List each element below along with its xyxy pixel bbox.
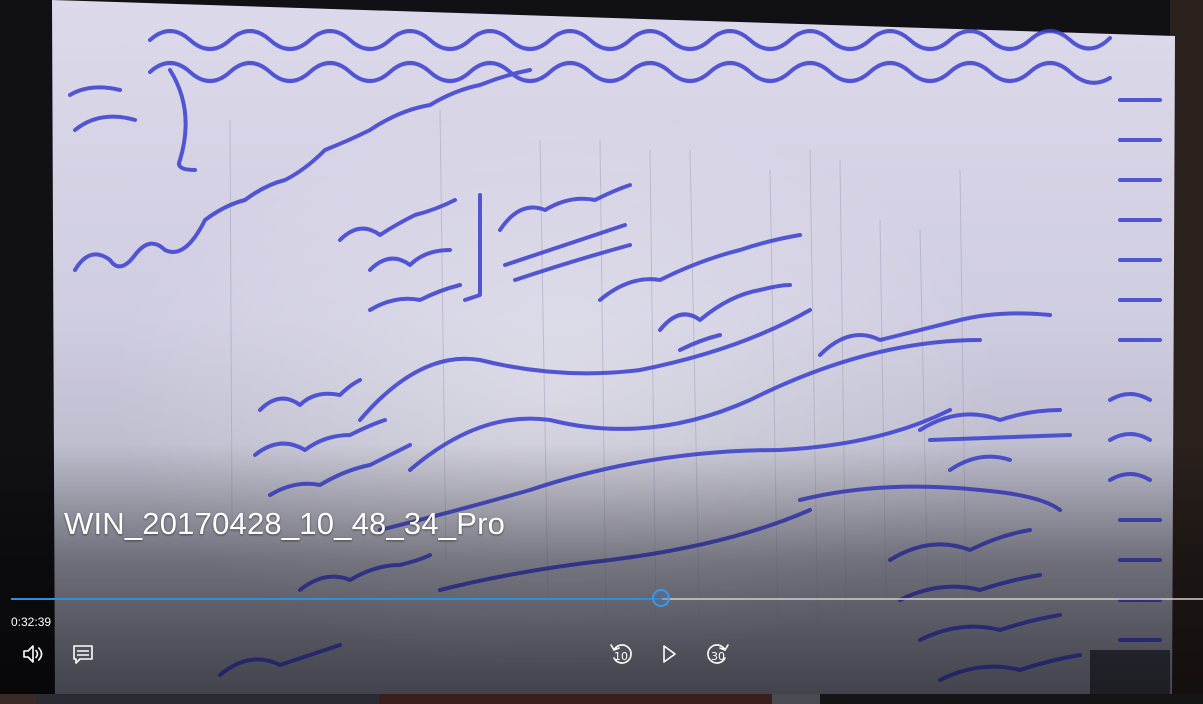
captions-button[interactable] <box>65 636 101 672</box>
media-player: WIN_20170428_10_48_34_Pro 0:32:39 10 30 <box>0 0 1203 704</box>
seek-progress <box>11 598 662 600</box>
captions-icon <box>73 645 93 664</box>
volume-button[interactable] <box>16 636 52 672</box>
seek-bar[interactable] <box>11 589 1203 607</box>
video-title: WIN_20170428_10_48_34_Pro <box>64 506 506 541</box>
seek-thumb[interactable] <box>652 589 670 607</box>
play-icon <box>663 645 676 663</box>
play-button[interactable] <box>651 636 687 672</box>
taskbar-strip <box>0 694 1203 704</box>
skip-forward-label: 30 <box>711 650 725 663</box>
volume-icon <box>23 645 43 663</box>
skip-back-label: 10 <box>614 650 628 663</box>
current-time: 0:32:39 <box>11 615 52 629</box>
